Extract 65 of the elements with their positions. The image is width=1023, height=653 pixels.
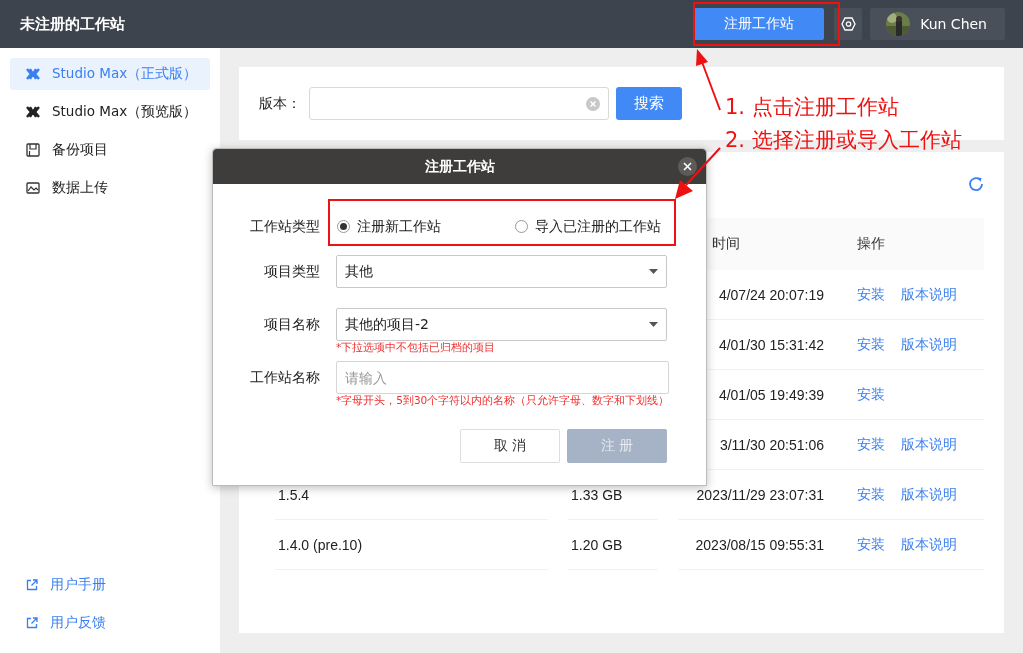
caret-icon <box>649 322 658 327</box>
hint-text: *下拉选项中不包括已归档的项目 <box>336 341 497 355</box>
sidebar-item[interactable]: Studio Max（预览版） <box>10 96 210 128</box>
table-cell: 1.20 GB <box>571 537 623 553</box>
x-logo-icon <box>26 68 40 80</box>
annotation-arrow <box>694 48 722 112</box>
clear-icon <box>586 96 600 111</box>
table-cell: 4/01/30 15:31:42 <box>718 337 824 353</box>
field-label: 项目类型 <box>263 262 321 281</box>
archive-icon <box>26 143 40 157</box>
user-menu-button[interactable]: Kun Chen <box>870 8 1005 40</box>
version-search-field[interactable] <box>309 87 609 120</box>
sidebar-item[interactable]: 数据上传 <box>10 172 210 204</box>
action-link[interactable]: 安装 <box>857 435 885 454</box>
sidebar-item[interactable]: Studio Max（正式版） <box>10 58 210 90</box>
column-header: 时间 <box>711 235 741 253</box>
sidebar-link[interactable]: 用户手册 <box>10 569 210 601</box>
action-link[interactable]: 安装 <box>857 535 885 554</box>
table-cell: 3/11/30 20:51:06 <box>719 437 824 453</box>
field-label: 项目名称 <box>263 315 321 334</box>
table-cell: 2023/08/15 09:55:31 <box>695 537 824 553</box>
action-link[interactable]: 版本说明 <box>901 435 957 454</box>
table-cell: 2023/11/29 23:07:31 <box>696 487 824 503</box>
close-icon <box>683 162 692 171</box>
table-cell: 1.4.0 (pre.10) <box>278 537 363 553</box>
action-link[interactable]: 版本说明 <box>901 485 957 504</box>
action-link[interactable]: 安装 <box>857 335 885 354</box>
version-label: 版本： <box>259 94 301 113</box>
table-cell: 4/07/24 20:07:19 <box>718 287 824 303</box>
hint-text: *字母开头，5到30个字符以内的名称（只允许字母、数字和下划线） <box>336 394 670 408</box>
field-label: 工作站类型 <box>249 217 321 236</box>
close-button[interactable] <box>678 157 697 176</box>
table-cell: 4/01/05 19:49:39 <box>718 387 824 403</box>
hexagon-icon <box>840 17 856 31</box>
dialog-title: 注册工作站 <box>424 157 495 176</box>
annotation-text: 1. 点击注册工作站 <box>725 94 899 121</box>
external-link-icon <box>26 617 38 629</box>
field-label: 工作站名称 <box>249 368 321 387</box>
annotation-text: 2. 选择注册或导入工作站 <box>725 127 962 154</box>
settings-button[interactable] <box>834 8 863 40</box>
refresh-icon[interactable] <box>968 176 984 192</box>
search-button[interactable]: 搜索 <box>616 87 682 120</box>
select-field[interactable]: 其他 <box>336 255 667 288</box>
register-workstation-button[interactable]: 注册工作站 <box>694 8 825 40</box>
input-field[interactable]: 请输入 <box>336 361 670 394</box>
action-link[interactable]: 安装 <box>857 385 885 404</box>
sidebar-link[interactable]: 用户反馈 <box>10 607 210 639</box>
select-field[interactable]: 其他的项目-2 <box>336 308 667 341</box>
table-cell: 1.33 GB <box>571 487 623 503</box>
x-logo-icon <box>26 106 40 118</box>
radio-option[interactable]: 注册新工作站 <box>337 217 441 236</box>
action-link[interactable]: 安装 <box>857 285 885 304</box>
app-title: 未注册的工作站 <box>20 14 126 34</box>
sidebar-item[interactable]: 备份项目 <box>10 134 210 166</box>
action-link[interactable]: 版本说明 <box>901 285 957 304</box>
external-link-icon <box>26 579 38 591</box>
radio-option[interactable]: 导入已注册的工作站 <box>515 217 661 236</box>
action-link[interactable]: 版本说明 <box>901 335 957 354</box>
table-cell: 1.5.4 <box>278 487 310 503</box>
cancel-button[interactable]: 取 消 <box>460 429 560 463</box>
annotation-arrow <box>674 147 722 200</box>
action-link[interactable]: 安装 <box>857 485 885 504</box>
action-link[interactable]: 版本说明 <box>901 535 957 554</box>
column-header: 操作 <box>856 235 886 253</box>
image-icon <box>26 182 40 194</box>
